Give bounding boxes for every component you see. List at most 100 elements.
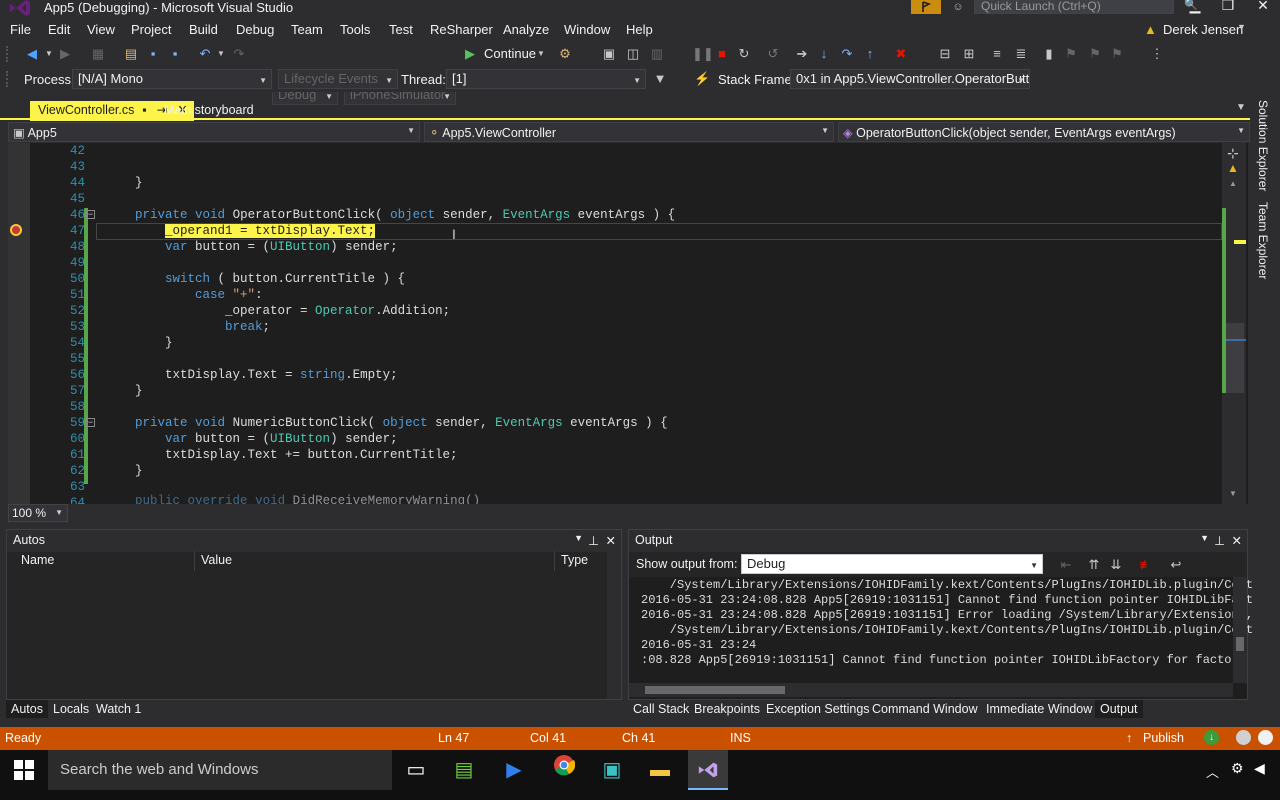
column-value[interactable]: Value <box>195 551 555 571</box>
breakpoint-current-icon[interactable] <box>10 224 22 236</box>
menu-analyze[interactable]: Analyze <box>503 22 549 37</box>
prev-bookmark-icon[interactable]: ⚑ <box>1062 45 1080 63</box>
maximize-button[interactable]: ❐ <box>1213 0 1243 15</box>
lifecycle-events-select[interactable]: Lifecycle Events ▼ <box>278 69 398 89</box>
menu-view[interactable]: View <box>87 22 115 37</box>
clear-all-icon[interactable]: ≢ <box>1137 556 1155 574</box>
scroll-thumb[interactable] <box>645 686 785 694</box>
menu-help[interactable]: Help <box>626 22 653 37</box>
user-name[interactable]: Derek Jensen <box>1163 22 1243 37</box>
network-icon[interactable]: ⚙ <box>1231 760 1244 777</box>
chevron-down-icon[interactable]: ▼ <box>1237 22 1246 32</box>
taskbar-search-input[interactable]: Search the web and Windows <box>48 750 392 790</box>
scroll-thumb[interactable] <box>1226 323 1244 393</box>
pin-icon[interactable]: ⊥ <box>588 533 599 548</box>
console-icon[interactable]: ▣ <box>592 754 632 786</box>
autos-scrollbar[interactable] <box>607 551 621 699</box>
menu-build[interactable]: Build <box>189 22 218 37</box>
file-explorer-icon[interactable]: ▬ <box>640 754 680 786</box>
thread-select[interactable]: [1] ▼ <box>446 69 646 89</box>
tab-command-window[interactable]: Command Window <box>867 700 983 718</box>
screen-icon[interactable]: ▣ <box>600 45 618 63</box>
tab-solution-explorer[interactable]: Solution Explorer <box>1256 100 1270 191</box>
visual-studio-taskbar-icon[interactable] <box>688 750 728 790</box>
task-view-icon[interactable]: ▭ <box>396 754 436 786</box>
tab-watch-1[interactable]: Watch 1 <box>91 700 146 718</box>
split-icon[interactable]: ⊹ <box>1227 145 1239 162</box>
volume-icon[interactable]: ◀ <box>1254 760 1265 777</box>
chevron-down-icon[interactable]: ▼ <box>1236 102 1246 113</box>
menu-file[interactable]: File <box>10 22 31 37</box>
toolbar-grip[interactable] <box>6 46 10 62</box>
next-bookmark-icon[interactable]: ⚑ <box>1086 45 1104 63</box>
menu-test[interactable]: Test <box>389 22 413 37</box>
scroll-down-icon[interactable]: ▼ <box>1229 489 1237 498</box>
pin-icon[interactable]: ▪ <box>142 103 146 117</box>
tab-exception-settings[interactable]: Exception Settings <box>761 700 875 718</box>
prev-message-icon[interactable]: ⇈ <box>1085 556 1103 574</box>
clear-bookmarks-icon[interactable]: ⚑ <box>1108 45 1126 63</box>
output-horizontal-scrollbar[interactable] <box>629 683 1233 697</box>
redo-icon[interactable]: ↷ <box>230 45 248 63</box>
scroll-up-icon[interactable]: ▲ <box>1229 179 1237 188</box>
undo-icon[interactable]: ↶ <box>196 45 214 63</box>
collapse-toggle-icon[interactable]: − <box>86 210 95 219</box>
menu-tools[interactable]: Tools <box>340 22 370 37</box>
navigate-back-icon[interactable]: ◀ <box>22 45 42 63</box>
bookmark-icon[interactable]: ▮ <box>1040 45 1058 63</box>
attach-icon[interactable]: ⚙ <box>556 45 574 63</box>
close-icon[interactable]: ✕ <box>606 533 616 548</box>
tab-breakpoints[interactable]: Breakpoints <box>689 700 765 718</box>
resharper-status-icon[interactable] <box>1236 730 1251 745</box>
publish-button[interactable]: Publish <box>1143 731 1184 745</box>
filter-icon[interactable]: ▼ <box>652 70 668 88</box>
comment-icon[interactable]: ≡ <box>988 45 1006 63</box>
powershell-icon[interactable]: ▶ <box>494 754 534 786</box>
tab-call-stack[interactable]: Call Stack <box>628 700 694 718</box>
close-window-button[interactable]: ✕ <box>1248 0 1278 15</box>
flag-threads-icon[interactable]: ⚡ <box>694 70 710 88</box>
navigate-forward-icon[interactable]: ▶ <box>56 45 74 63</box>
new-project-icon[interactable]: ▦ <box>88 45 108 63</box>
exceptions-icon[interactable]: ✖ <box>892 45 910 63</box>
publish-up-icon[interactable]: ↑ <box>1126 731 1132 745</box>
notification-flag-icon[interactable] <box>911 0 941 14</box>
chevron-down-icon[interactable]: ▼ <box>1200 533 1209 543</box>
menu-debug[interactable]: Debug <box>236 22 274 37</box>
tab-autos[interactable]: Autos <box>6 700 48 718</box>
output-source-select[interactable]: Debug ▼ <box>741 554 1043 574</box>
stop-icon[interactable]: ■ <box>714 45 730 63</box>
step-into-icon[interactable]: ↓ <box>816 45 832 63</box>
column-type[interactable]: Type <box>555 551 607 571</box>
window-icon[interactable]: ◫ <box>624 45 642 63</box>
member-dropdown[interactable]: ◈ OperatorButtonClick(object sender, Eve… <box>838 122 1250 142</box>
save-icon[interactable]: ▪ <box>144 45 162 63</box>
menu-project[interactable]: Project <box>131 22 171 37</box>
chevron-down-icon[interactable]: ▼ <box>216 45 226 63</box>
glyph-margin[interactable] <box>8 143 30 504</box>
tab-locals[interactable]: Locals <box>48 700 94 718</box>
step-out-icon[interactable]: ↑ <box>862 45 878 63</box>
uncomment-icon[interactable]: ≣ <box>1012 45 1030 63</box>
stackframe-select[interactable]: 0x1 in App5.ViewController.OperatorButto… <box>790 69 1030 89</box>
windows-start-icon[interactable] <box>14 760 34 780</box>
save-all-icon[interactable]: ▪ <box>166 45 184 63</box>
tab-output[interactable]: Output <box>1095 700 1143 718</box>
notifications-icon[interactable] <box>1258 730 1273 745</box>
continue-button[interactable]: Continue <box>484 46 536 61</box>
chevron-down-icon[interactable]: ▼ <box>44 45 54 63</box>
output-vertical-scrollbar[interactable] <box>1233 577 1247 683</box>
quick-launch-input[interactable]: Quick Launch (Ctrl+Q) <box>974 0 1174 14</box>
minimize-button[interactable]: ▁ <box>1180 0 1210 15</box>
close-icon[interactable]: ✕ <box>1232 533 1242 548</box>
editor-vertical-scrollbar[interactable]: ⊹ ▲ ▲ ▼ <box>1222 143 1246 504</box>
open-file-icon[interactable]: ▤ <box>122 45 140 63</box>
feedback-icon[interactable]: ☺ <box>950 0 966 14</box>
zoom-select[interactable]: 100 % ▼ <box>8 504 68 522</box>
column-name[interactable]: Name <box>15 551 195 571</box>
word-wrap-icon[interactable]: ↩ <box>1167 556 1185 574</box>
chevron-down-icon[interactable]: ▼ <box>536 45 546 63</box>
warning-icon[interactable]: ▲ <box>1227 161 1239 175</box>
toolbar-grip[interactable] <box>6 71 10 87</box>
show-next-statement-icon[interactable]: ➔ <box>794 45 810 63</box>
